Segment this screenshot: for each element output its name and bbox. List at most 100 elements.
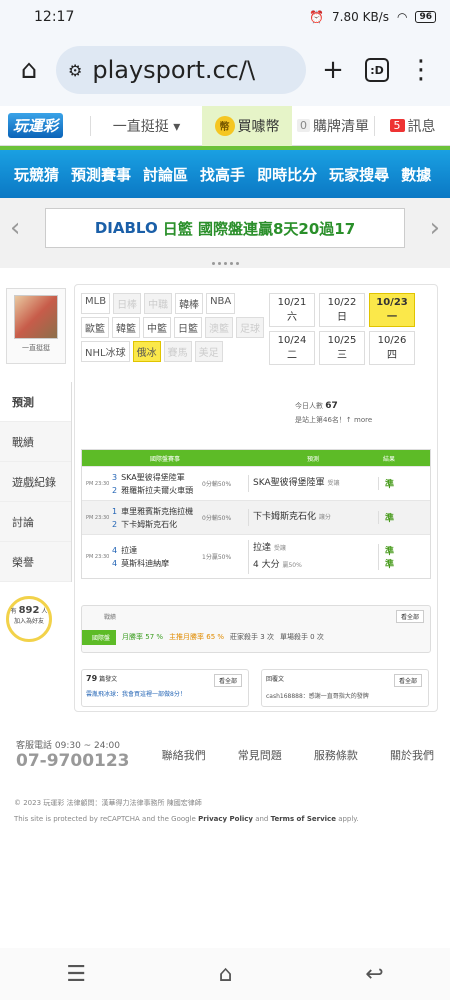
sport-chip[interactable]: 澳籃	[205, 317, 233, 338]
browser-toolbar: ⌂ ⚙ playsport.cc/\ + :D ⋮	[0, 34, 450, 106]
sport-chip[interactable]: 足球	[236, 317, 264, 338]
sport-chip[interactable]: 歐籃	[81, 317, 109, 338]
list-item[interactable]: cash168888：感謝一直哥指大的發牌	[266, 691, 424, 700]
banner[interactable]: DIABLO 日籃 國際盤連贏8天20過17	[45, 208, 405, 248]
nav-item[interactable]: 預測賽事	[71, 164, 131, 185]
fans-badge[interactable]: 有 892 人 加入為好友	[6, 596, 52, 642]
wifi-icon: ◠	[396, 10, 408, 24]
copyright: © 2023 玩運彩 法律顧問：漢華得力法律事務所 陳國宏律師 This sit…	[14, 799, 359, 823]
alarm-icon: ⏰	[309, 10, 325, 24]
clock: 12:17	[34, 9, 75, 25]
tab-switcher-button[interactable]: :D	[360, 53, 394, 87]
sport-chip[interactable]: 韓棒	[175, 293, 204, 314]
tab-count: :D	[365, 58, 389, 82]
nav-item[interactable]: 數據	[401, 164, 431, 185]
new-tab-icon[interactable]: +	[316, 53, 350, 87]
date-chip[interactable]: 10/24 二	[269, 331, 315, 365]
result-mark: 準準	[378, 543, 400, 570]
cart-link[interactable]: 0 購牌清單	[292, 116, 374, 136]
see-all-button[interactable]: 看全部	[213, 674, 242, 687]
carousel-dots	[0, 258, 450, 268]
site-logo[interactable]: 玩運彩	[0, 106, 90, 146]
tab-discuss[interactable]: 討論	[0, 502, 71, 542]
tab-game-log[interactable]: 遊戲紀錄	[0, 462, 71, 502]
coin-icon: 幣	[214, 115, 235, 136]
back-icon[interactable]: ↩	[365, 962, 383, 987]
system-nav-bar: ☰ ⌂ ↩	[0, 948, 450, 1000]
sport-chip[interactable]: 中籃	[143, 317, 171, 338]
sport-chip[interactable]: 中職	[144, 293, 173, 314]
prediction-panel: MLB 日棒 中職 韓棒 NBA 歐籃 韓籃 中籃 日籃 澳籃 足球 NHL冰球 俄冰 賽馬 美足 10/2…	[74, 284, 438, 712]
faq-link[interactable]: 常見問題	[238, 747, 282, 763]
nav-item[interactable]: 即時比分	[257, 164, 317, 185]
date-filter: 10/21 六 10/22 日 10/23 一 10/24 二 10/25 三 10/26…	[269, 293, 429, 365]
nav-item[interactable]: 討論區	[143, 164, 188, 185]
date-chip[interactable]: 10/22 日	[319, 293, 365, 327]
tab-record[interactable]: 戰績	[0, 422, 71, 462]
profile-name: 一直挺挺	[22, 344, 50, 352]
today-stats: 今日人數 67 是站上第46名！↑ more	[295, 401, 373, 424]
network-speed: 7.80 KB/s	[332, 10, 389, 24]
support-phone: 客服電話 09:30 ~ 24:00 07-9700123	[16, 741, 130, 771]
avatar[interactable]: 一直挺挺	[6, 288, 66, 364]
fans-count: 892	[18, 605, 40, 616]
nav-item[interactable]: 玩家搜尋	[329, 164, 389, 185]
chevron-right-icon[interactable]: ›	[430, 213, 440, 243]
date-chip[interactable]: 10/25 三	[319, 331, 365, 365]
chevron-left-icon[interactable]: ‹	[10, 213, 20, 243]
contact-link[interactable]: 聯絡我們	[162, 747, 206, 763]
sport-chip[interactable]: 日棒	[113, 293, 142, 314]
sport-chip[interactable]: 日籃	[174, 317, 202, 338]
table-row[interactable]: PM 23:30 3 SKA聖彼得堡陸軍 2 雅羅斯拉夫爾火車頭 0分輸50% SKA…	[82, 466, 430, 500]
sport-chip[interactable]: MLB	[81, 293, 111, 314]
buy-coin-button[interactable]: 幣買噱幣	[202, 105, 292, 146]
date-chip[interactable]: 10/26 四	[369, 331, 415, 365]
sport-chip[interactable]: 賽馬	[163, 341, 192, 362]
nav-item[interactable]: 找高手	[200, 164, 245, 185]
about-link[interactable]: 關於我們	[390, 747, 434, 763]
sport-chip[interactable]: 俄冰	[132, 341, 161, 362]
sport-chip[interactable]: NHL冰球	[81, 341, 130, 362]
user-menu[interactable]: 一直挺挺 ▾	[90, 115, 202, 136]
site-topnav: 玩運彩 一直挺挺 ▾ 幣買噱幣 0 購牌清單 5 訊息	[0, 105, 450, 146]
today-count: 67	[325, 401, 338, 411]
cart-count: 0	[297, 119, 310, 132]
profile-sidebar: 一直挺挺 預測 戰績 遊戲紀錄 討論 榮譽 有 892 人 加入為好友	[0, 284, 72, 642]
table-row[interactable]: PM 23:30 1 車里雅賓斯克拖拉機 2 下卡姆斯克石化 0分輸50% 下卡姆斯克…	[82, 500, 430, 534]
games-table: 國際盤賽事 預測 結果 PM 23:30 3 SKA聖彼得堡陸軍 2 雅羅斯拉夫爾火車…	[81, 449, 431, 579]
url-text: playsport.cc/\	[92, 56, 256, 84]
message-count: 5	[389, 119, 405, 132]
sport-filter: MLB 日棒 中職 韓棒 NBA 歐籃 韓籃 中籃 日籃 澳籃 足球 NHL冰球 俄冰 賽馬 美足	[81, 293, 265, 362]
see-all-button[interactable]: 看全部	[393, 674, 422, 687]
banner-carousel: ‹ DIABLO 日籃 國際盤連贏8天20過17 ›	[0, 198, 450, 258]
table-row[interactable]: PM 23:30 4 拉達 4 莫斯科迪納摩 1分贏50% 拉達 受讓 4 大分 贏50…	[82, 534, 430, 578]
record-summary: 戰績 看全部 國際盤 月勝率 57 % 主推月勝率 65 % 莊家殺手 3 次 …	[81, 605, 431, 653]
sport-chip[interactable]: 韓籃	[112, 317, 140, 338]
date-chip[interactable]: 10/21 六	[269, 293, 315, 327]
nav-item[interactable]: 玩競猜	[14, 164, 59, 185]
side-tabs: 預測 戰績 遊戲紀錄 討論 榮譽	[0, 382, 72, 582]
recent-apps-icon[interactable]: ☰	[66, 962, 86, 987]
tab-honor[interactable]: 榮譽	[0, 542, 71, 582]
sport-chip[interactable]: NBA	[206, 293, 236, 314]
terms-link[interactable]: 服務條款	[314, 747, 358, 763]
home-button-icon[interactable]: ⌂	[219, 962, 233, 987]
main-nav: 玩競猜 預測賽事 討論區 找高手 即時比分 玩家搜尋 數據	[0, 150, 450, 198]
date-chip[interactable]: 10/23 一	[369, 293, 415, 327]
see-all-button[interactable]: 看全部	[395, 610, 424, 623]
tab-predict[interactable]: 預測	[0, 382, 71, 422]
privacy-link[interactable]: Privacy Policy	[198, 815, 253, 823]
result-mark: 準	[378, 511, 400, 524]
site-settings-icon[interactable]: ⚙	[68, 61, 82, 80]
tos-link[interactable]: Terms of Service	[271, 815, 336, 823]
status-bar: 12:17 ⏰ 7.80 KB/s ◠ 96	[0, 0, 450, 34]
address-bar[interactable]: ⚙ playsport.cc/\	[56, 46, 306, 94]
posts-box: 79 篇發文 看全部 雲胤飛冰球：我會買這裡一部做8分！	[81, 669, 249, 707]
result-mark: 準	[378, 477, 400, 490]
messages-link[interactable]: 5 訊息	[374, 115, 450, 136]
sport-chip[interactable]: 美足	[194, 341, 223, 362]
list-item[interactable]: 雲胤飛冰球：我會買這裡一部做8分！	[86, 689, 244, 698]
footer: 客服電話 09:30 ~ 24:00 07-9700123 聯絡我們 常見問題 …	[0, 738, 450, 771]
menu-icon[interactable]: ⋮	[404, 53, 438, 87]
home-icon[interactable]: ⌂	[12, 53, 46, 87]
